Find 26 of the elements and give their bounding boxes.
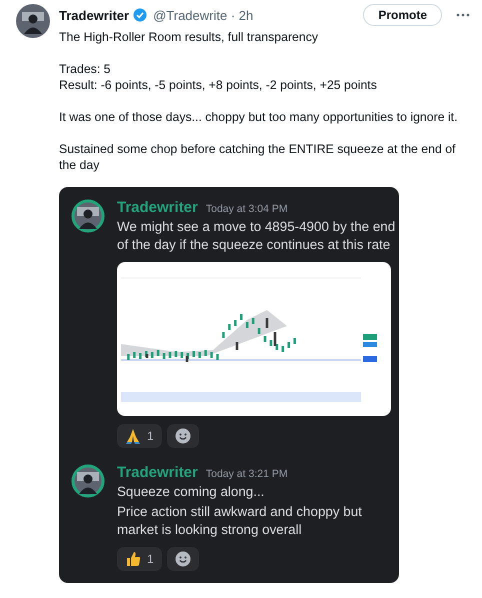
- avatar-icon[interactable]: [71, 464, 105, 498]
- post-text: It was one of those days... choppy but too many opportunities to ignore it.: [59, 109, 459, 125]
- reaction-button[interactable]: 1: [117, 424, 162, 448]
- message-time: Today at 3:21 PM: [206, 468, 288, 480]
- post-meta[interactable]: @Tradewrite · 2h: [153, 8, 254, 22]
- avatar-icon[interactable]: [16, 4, 50, 38]
- reaction-button[interactable]: 1: [117, 547, 162, 571]
- add-reaction-icon[interactable]: [174, 551, 191, 567]
- post-text: Sustained some chop before catching the ENTIRE squeeze at the end of the day: [59, 141, 456, 173]
- author-name[interactable]: Tradewriter: [117, 199, 198, 216]
- message-text: We might see a move to 4895-4900 by the end of the day if the squeeze continues at this rate: [117, 218, 396, 254]
- thumbs-up-icon: [125, 551, 141, 567]
- author-name[interactable]: Tradewriter: [117, 464, 198, 481]
- more-icon[interactable]: [456, 13, 470, 17]
- post-text: Result: -6 points, -5 points, +8 points, -2 points, +25 points: [59, 77, 378, 93]
- message-text: Price action still awkward and choppy but market is looking strong overall: [117, 503, 363, 539]
- add-reaction-button[interactable]: [166, 547, 199, 571]
- avatar-icon[interactable]: [71, 199, 105, 233]
- message-time: Today at 3:04 PM: [206, 203, 288, 215]
- promote-button[interactable]: Promote: [363, 4, 442, 26]
- add-reaction-button[interactable]: [166, 424, 199, 448]
- add-reaction-icon[interactable]: [174, 428, 191, 444]
- post-text: The High-Roller Room results, full transparency: [59, 29, 320, 45]
- author-name[interactable]: Tradewriter: [59, 8, 130, 22]
- post-text: Trades: 5: [59, 61, 112, 77]
- message-text: Squeeze coming along...: [117, 483, 266, 501]
